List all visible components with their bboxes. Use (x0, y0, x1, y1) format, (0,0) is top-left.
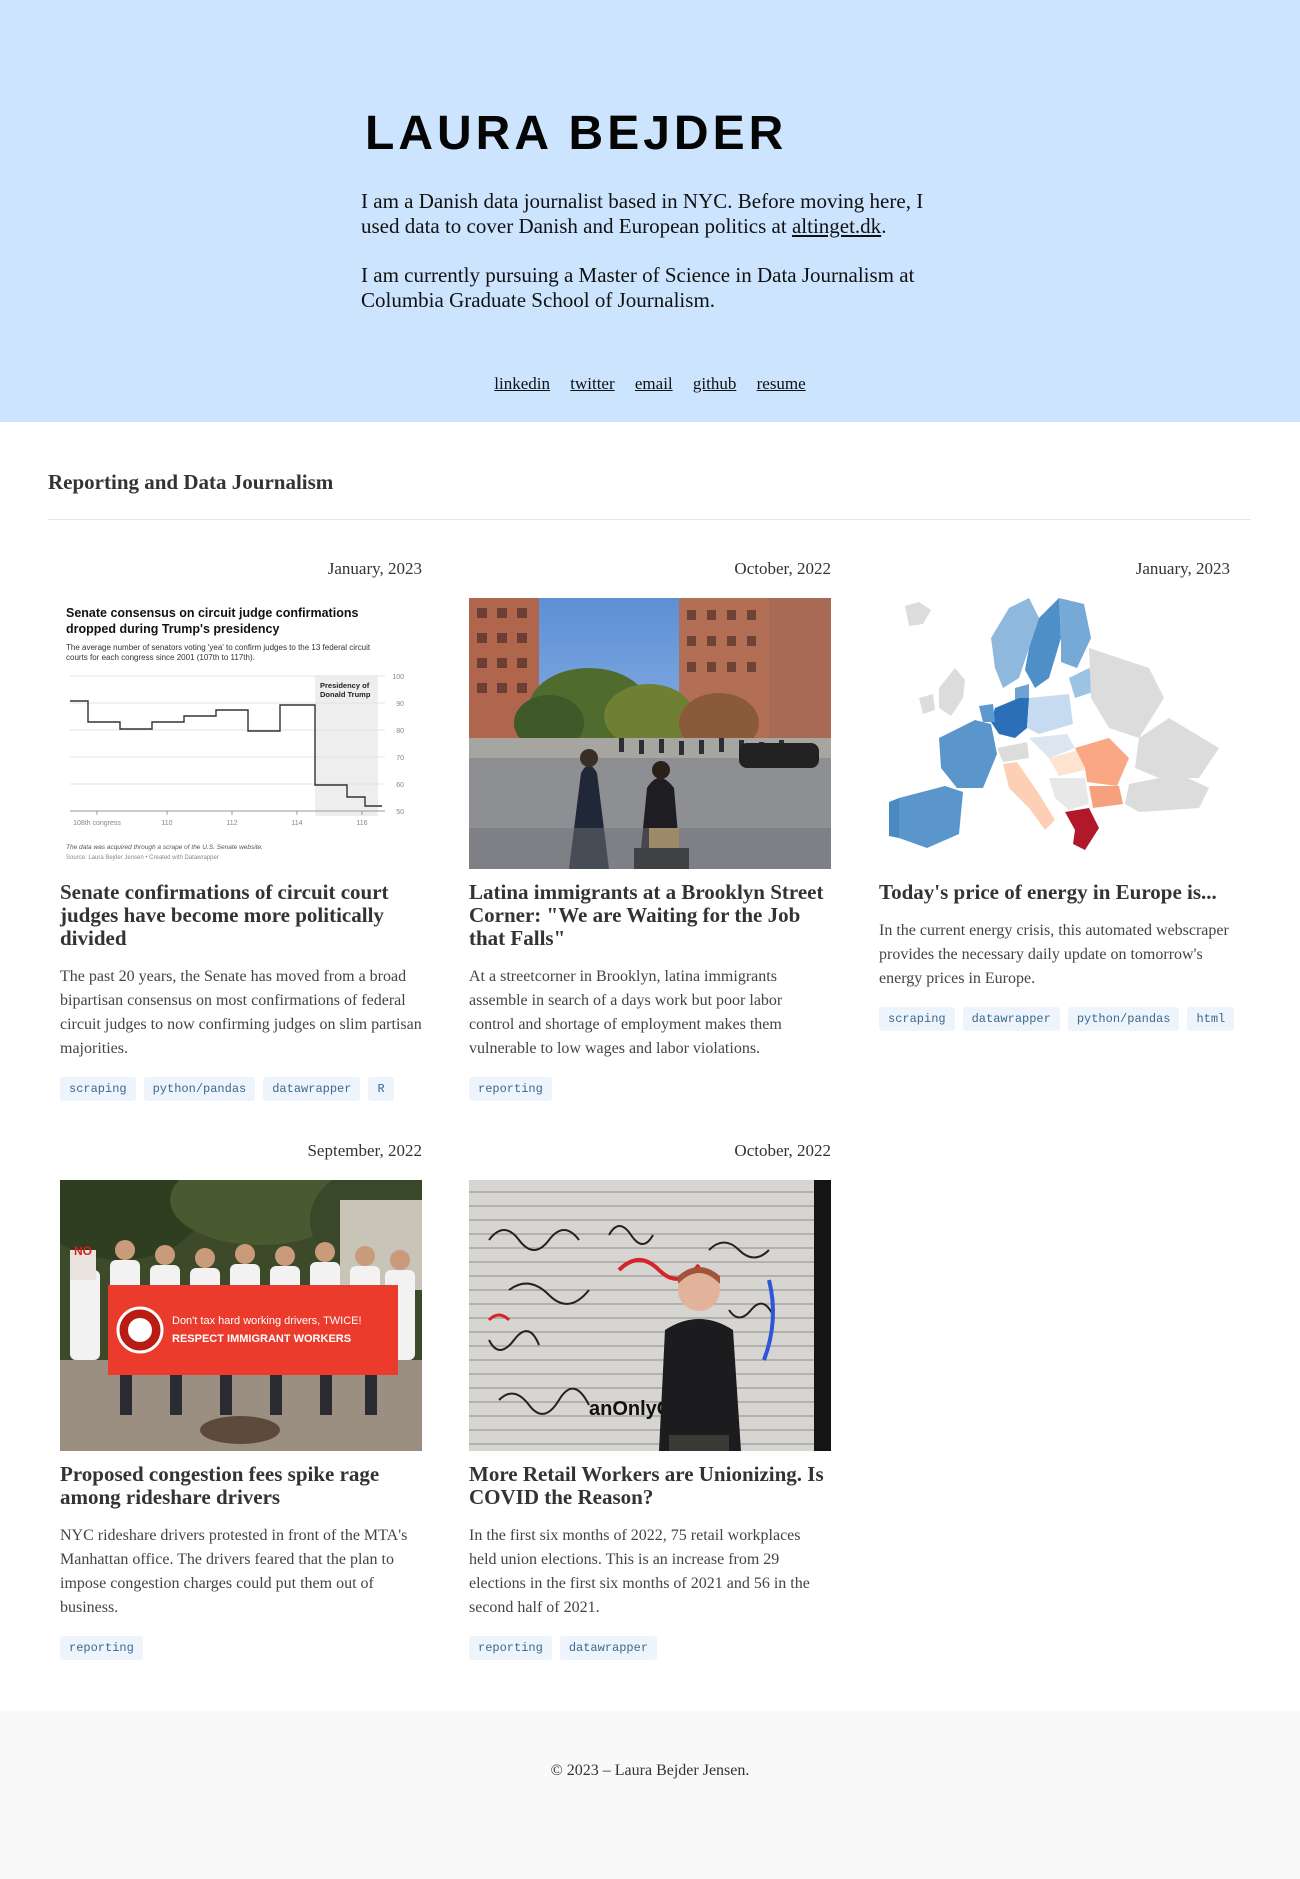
tag: python/pandas (143, 1077, 256, 1101)
project-card-retail[interactable]: October, 2022 anOnlyCh More Retail Worke… (469, 1141, 831, 1660)
tag: python/pandas (1067, 1007, 1180, 1031)
email-link[interactable]: email (635, 374, 673, 393)
card-title[interactable]: Proposed congestion fees spike rage amon… (60, 1463, 422, 1509)
card-tags: scraping python/pandas datawrapper R (60, 1077, 422, 1101)
card-title[interactable]: Senate confirmations of circuit court ju… (60, 881, 422, 950)
map-portugal (889, 798, 899, 838)
x-tick: 112 (226, 820, 237, 827)
bio-paragraph-2: I am currently pursuing a Master of Scie… (361, 263, 915, 312)
tag: datawrapper (559, 1636, 658, 1660)
card-date: October, 2022 (734, 1141, 831, 1160)
project-card-energy[interactable]: January, 2023 Today's price of energy in… (879, 559, 1241, 1031)
chart-source: Source: Laura Bejder Jensen • Created wi… (66, 855, 219, 861)
card-tags: scraping datawrapper python/pandas html (879, 1007, 1241, 1031)
banner-text-1: Don't tax hard working drivers, TWICE! (172, 1315, 362, 1327)
card-description: In the first six months of 2022, 75 reta… (469, 1527, 810, 1616)
card-tags: reporting (469, 1077, 831, 1101)
hero-content: LAURA BEJDER I am a Danish data journali… (361, 102, 961, 313)
tag: reporting (60, 1636, 143, 1660)
card-tags: reporting datawrapper (469, 1636, 831, 1660)
social-links: linkedin twitter email github resume (0, 374, 1300, 394)
resume-link[interactable]: resume (757, 374, 806, 393)
highlight-label-2: Donald Trump (320, 690, 371, 699)
chart-note: The data was acquired through a scrape o… (66, 844, 263, 851)
bio-paragraph-1: I am a Danish data journalist based in N… (361, 189, 961, 239)
bio-end: . (881, 214, 887, 238)
europe-energy-map[interactable] (879, 598, 1241, 869)
card-date: September, 2022 (307, 1141, 422, 1160)
card-title[interactable]: Today's price of energy in Europe is... (879, 881, 1241, 904)
card-description: NYC rideshare drivers protested in front… (60, 1527, 408, 1616)
protest-sign-text: NO (74, 1244, 92, 1258)
graffiti-shutter-photo[interactable]: anOnlyCh (469, 1180, 831, 1451)
card-description: In the current energy crisis, this autom… (879, 922, 1229, 987)
project-card-senate[interactable]: January, 2023 Senate consensus on circui… (60, 559, 422, 1101)
senate-chart-thumbnail[interactable]: Senate consensus on circuit judge confir… (60, 598, 422, 869)
github-link[interactable]: github (693, 374, 736, 393)
tag: reporting (469, 1636, 552, 1660)
card-tags: reporting (60, 1636, 422, 1660)
tag: html (1187, 1007, 1235, 1031)
banner-text-2: RESPECT IMMIGRANT WORKERS (172, 1333, 351, 1345)
copyright-text: © 2023 – Laura Bejder Jensen. (550, 1762, 750, 1779)
tag: datawrapper (263, 1077, 361, 1101)
tag: reporting (469, 1077, 552, 1101)
tag: scraping (879, 1007, 955, 1031)
y-tick: 100 (392, 674, 404, 681)
y-tick: 80 (396, 728, 404, 735)
card-description: The past 20 years, the Senate has moved … (60, 968, 422, 1057)
site-footer: © 2023 – Laura Bejder Jensen. (0, 1711, 1300, 1879)
section-title: Reporting and Data Journalism (48, 470, 334, 494)
rideshare-protest-photo[interactable]: NO Don't tax hard working drivers, TWICE… (60, 1180, 422, 1451)
project-card-congestion[interactable]: September, 2022 NO Don't tax hard workin… (60, 1141, 422, 1660)
y-tick: 90 (396, 701, 404, 708)
y-tick: 70 (396, 755, 404, 762)
card-description: At a streetcorner in Brooklyn, latina im… (469, 968, 783, 1057)
brooklyn-street-photo[interactable] (469, 598, 831, 869)
person-figure (659, 1319, 741, 1451)
tag: scraping (60, 1077, 136, 1101)
card-title[interactable]: More Retail Workers are Unionizing. Is C… (469, 1463, 831, 1509)
tag: R (368, 1077, 394, 1101)
tag: datawrapper (962, 1007, 1060, 1031)
hero-header: LAURA BEJDER I am a Danish data journali… (0, 0, 1300, 422)
y-tick: 50 (396, 809, 404, 816)
x-tick: 110 (161, 820, 172, 827)
x-tick: 108th congress (73, 820, 121, 827)
twitter-link[interactable]: twitter (570, 374, 614, 393)
project-card-brooklyn[interactable]: October, 2022 Latina immigrants at a Bro… (469, 559, 831, 1101)
section-divider (48, 519, 1251, 520)
x-tick: 116 (356, 820, 367, 827)
linkedin-link[interactable]: linkedin (494, 374, 550, 393)
altinget-link[interactable]: altinget.dk (792, 214, 881, 238)
card-date: October, 2022 (734, 559, 831, 578)
highlight-label-1: Presidency of (320, 681, 370, 690)
x-tick: 114 (291, 820, 302, 827)
card-title[interactable]: Latina immigrants at a Brooklyn Street C… (469, 881, 831, 950)
card-date: January, 2023 (327, 559, 422, 578)
site-title: LAURA BEJDER (365, 107, 788, 160)
y-tick: 60 (396, 782, 404, 789)
card-date: January, 2023 (1135, 559, 1230, 578)
